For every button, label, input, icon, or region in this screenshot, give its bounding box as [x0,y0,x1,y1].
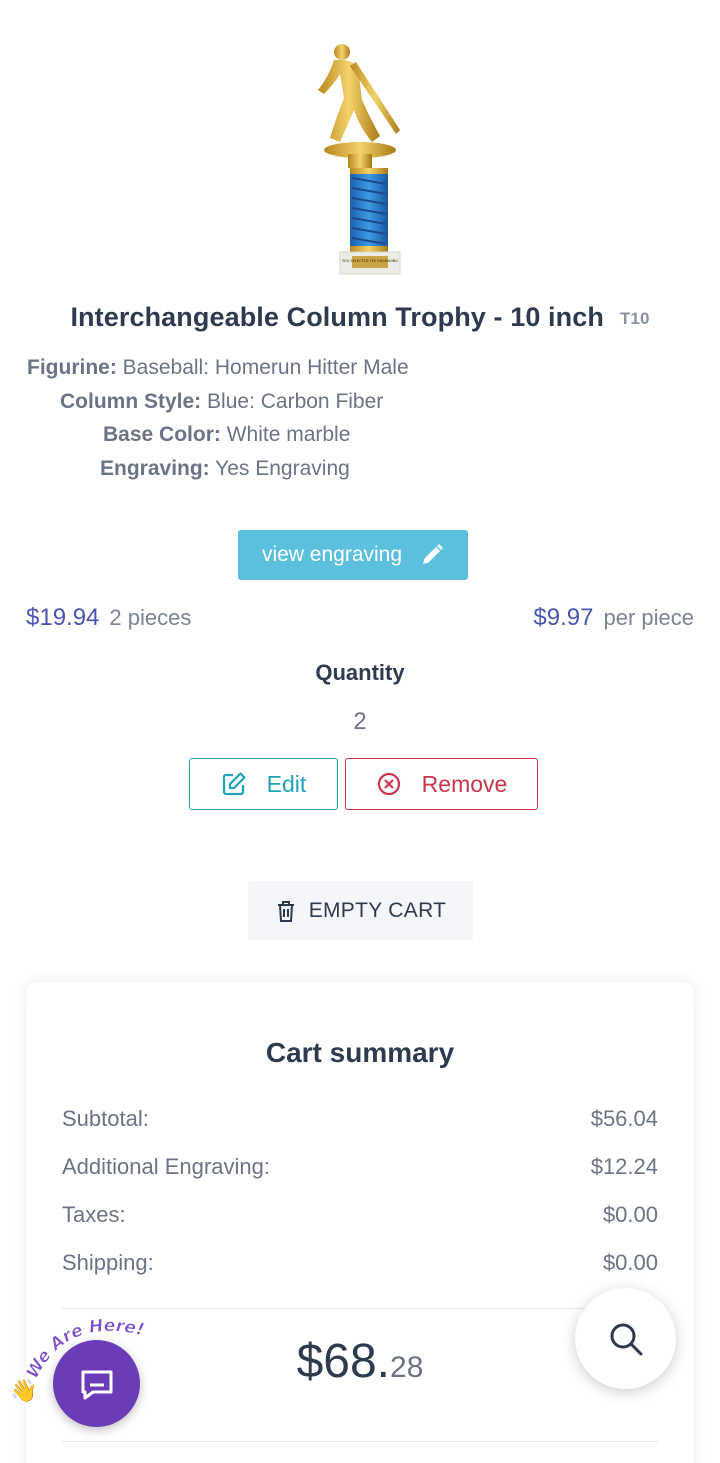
summary-row-additional-engraving: Additional Engraving: $12.24 [62,1154,658,1180]
edit-label: Edit [266,770,307,797]
chat-button[interactable] [53,1340,140,1427]
remove-label: Remove [421,770,508,797]
option-label: Figurine: [27,356,117,379]
view-engraving-label: view engraving [261,543,403,566]
trophy-plate-text: YOU SELECTED YES ENGRAVING [342,259,398,263]
edit-icon [222,772,246,796]
edit-button[interactable]: Edit [189,758,338,810]
summary-label: Taxes: [62,1202,126,1227]
cart-total-cents: 28 [390,1351,424,1384]
per-piece-label: per piece [603,605,694,630]
summary-value: $12.24 [590,1154,658,1179]
option-label: Column Style: [60,390,202,413]
summary-label: Subtotal: [62,1106,149,1131]
summary-value: $0.00 [602,1202,658,1227]
empty-cart-label: EMPTY CART [308,898,447,922]
close-circle-icon [377,772,400,796]
summary-label: Additional Engraving: [62,1154,270,1179]
wave-emoji: 👋 [10,1378,37,1404]
summary-row-shipping: Shipping: $0.00 [62,1250,658,1276]
summary-value: $0.00 [602,1250,658,1275]
option-label: Engraving: [100,457,210,480]
search-button[interactable] [575,1288,676,1389]
line-total: $19.94 2 pieces [26,604,191,632]
summary-row-taxes: Taxes: $0.00 [62,1202,658,1228]
trophy-image: YOU SELECTED YES ENGRAVING [318,44,401,275]
unit-price-value: $9.97 [533,604,594,631]
cart-summary-title: Cart summary [265,1037,455,1068]
remove-button[interactable]: Remove [345,758,538,810]
line-total-price: $19.94 [26,604,100,631]
product-title: Interchangeable Column Trophy - 10 inch T… [0,302,720,333]
option-value: Blue: Carbon Fiber [207,390,384,413]
unit-price: $9.97 per piece [533,604,694,632]
trash-icon [277,900,294,922]
option-base-color: Base Color: White marble [103,423,350,447]
empty-cart-button[interactable]: EMPTY CART [248,881,473,940]
pencil-icon [423,544,444,564]
product-name: Interchangeable Column Trophy - 10 inch [70,302,604,332]
chat-bubble-icon [81,1370,112,1399]
summary-row-subtotal: Subtotal: $56.04 [62,1106,658,1132]
option-label: Base Color: [103,423,221,446]
quantity-label: Quantity [315,660,405,685]
pieces-count: 2 pieces [109,605,192,630]
quantity-value: 2 [353,708,367,735]
option-figurine: Figurine: Baseball: Homerun Hitter Male [27,356,409,380]
summary-value: $56.04 [590,1106,658,1131]
option-column-style: Column Style: Blue: Carbon Fiber [60,390,383,414]
view-engraving-button[interactable]: view engraving [238,530,468,580]
option-engraving: Engraving: Yes Engraving [100,457,350,481]
cart-total-main: $68. [296,1335,391,1388]
product-sku: T10 [619,309,650,328]
option-value: Yes Engraving [215,457,350,480]
option-value: Baseball: Homerun Hitter Male [122,356,409,379]
summary-divider [62,1441,658,1442]
search-icon [610,1323,642,1355]
summary-label: Shipping: [62,1250,154,1275]
option-value: White marble [226,423,351,446]
